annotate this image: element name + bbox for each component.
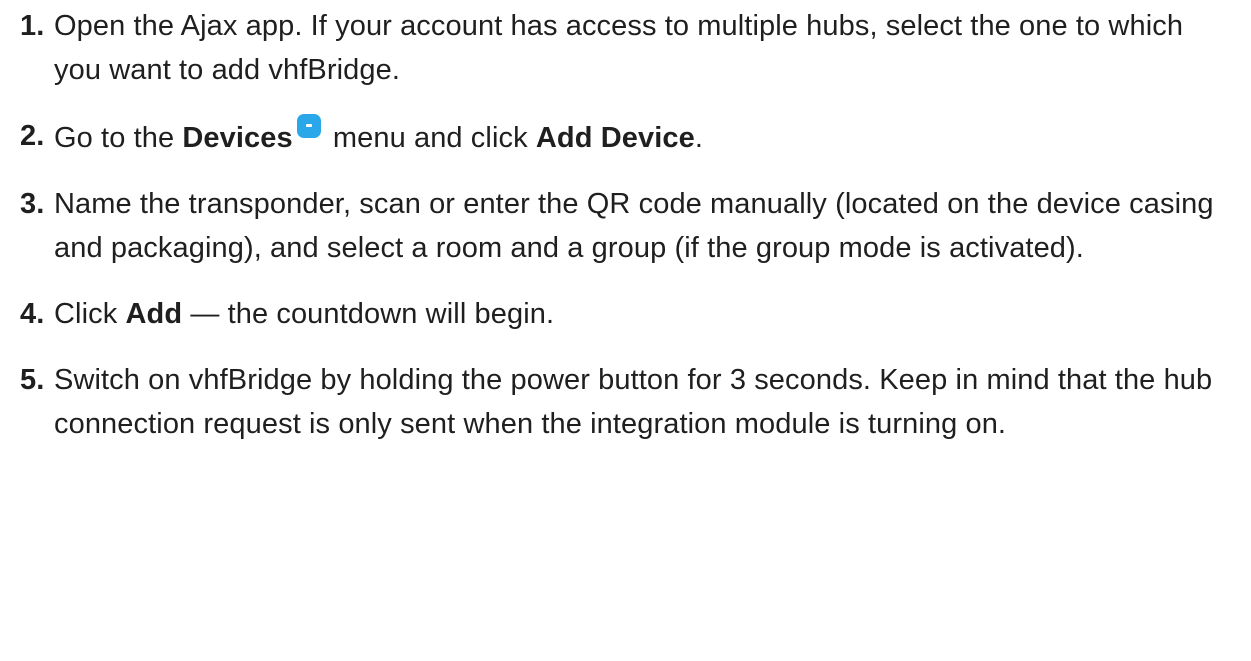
step-2: 2. Go to the Devices menu and click Add … [20, 114, 1225, 160]
step-number: 4. [20, 298, 45, 330]
instruction-list: 1. Open the Ajax app. If your account ha… [20, 4, 1225, 446]
add-label: Add [125, 298, 183, 330]
add-device-label: Add Device [535, 122, 695, 154]
step-5: 5. Switch on vhfBridge by holding the po… [20, 358, 1225, 446]
step-text-post: . [694, 122, 703, 154]
step-number: 1. [20, 10, 45, 42]
step-4: 4. Click Add — the countdown will begin. [20, 292, 1225, 336]
devices-menu-label: Devices [182, 122, 293, 154]
step-number: 2. [20, 120, 45, 152]
step-number: 5. [20, 364, 45, 396]
step-text-pre: Click [54, 298, 126, 330]
step-1: 1. Open the Ajax app. If your account ha… [20, 4, 1225, 92]
step-text: Switch on vhfBridge by holding the power… [54, 364, 1213, 440]
step-text-pre: Go to the [54, 122, 183, 154]
step-3: 3. Name the transponder, scan or enter t… [20, 182, 1225, 270]
step-text: Open the Ajax app. If your account has a… [54, 10, 1184, 86]
devices-icon [296, 114, 321, 138]
step-text: Name the transponder, scan or enter the … [54, 188, 1214, 264]
step-number: 3. [20, 188, 45, 220]
step-text-post: — the countdown will begin. [182, 298, 555, 330]
step-text-mid: menu and click [324, 122, 536, 154]
